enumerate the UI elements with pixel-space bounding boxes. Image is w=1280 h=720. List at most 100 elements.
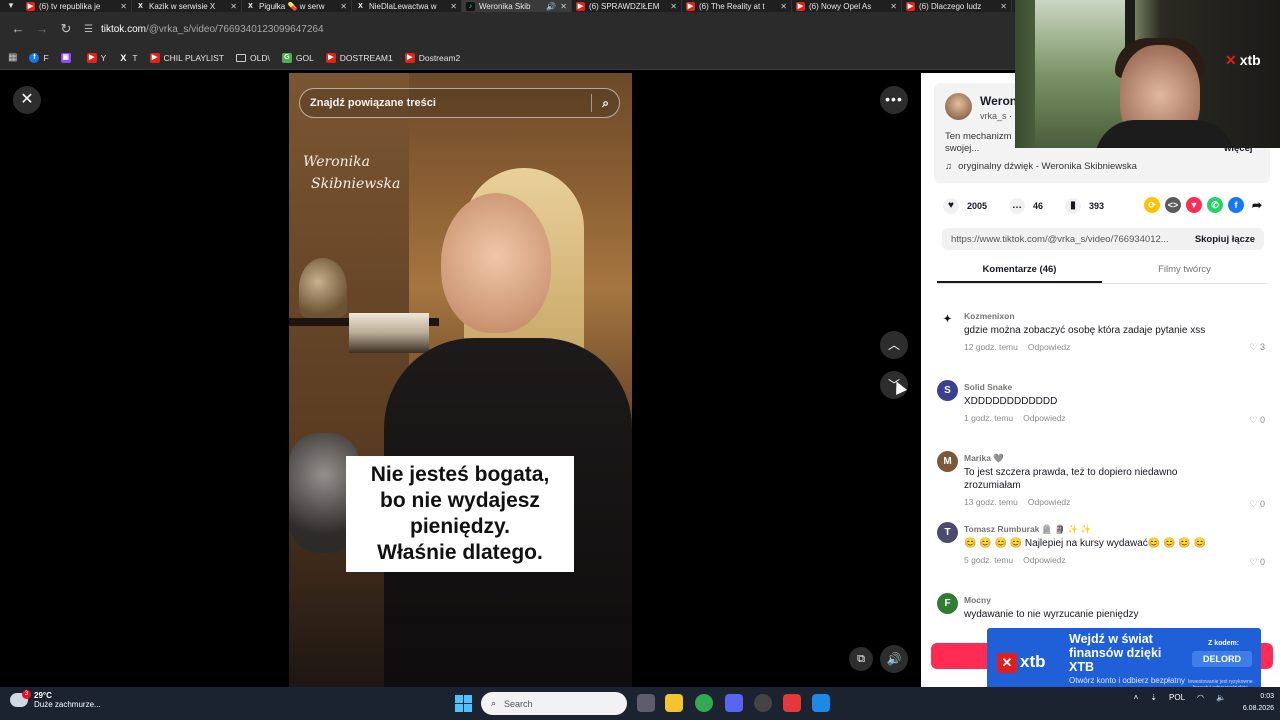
back-arrow-icon[interactable]: ← xyxy=(6,17,30,41)
apps-grid-icon[interactable]: ▦ xyxy=(8,52,17,63)
close-icon[interactable]: ✕ xyxy=(13,86,41,114)
weather-widget[interactable]: 3 29°C Duże zachmurze... xyxy=(10,690,101,709)
address-bar[interactable]: ☰ tiktok.com/@vrka_s/video/7669340123099… xyxy=(84,17,984,41)
close-tab-icon[interactable]: ✕ xyxy=(340,2,347,11)
reply-button[interactable]: Odpowiedz xyxy=(1028,497,1071,507)
whatsapp-icon[interactable]: ✆ xyxy=(1207,197,1223,213)
bookmark-item[interactable]: fF xyxy=(29,52,49,63)
browser-tab[interactable]: ▶ (6) SPRAWDZIŁEM ✕ xyxy=(572,0,682,12)
reply-button[interactable]: Odpowiedz xyxy=(1023,413,1066,423)
language-indicator[interactable]: POL xyxy=(1169,693,1185,702)
bookmark-item[interactable]: G GOL xyxy=(281,52,314,63)
repost-icon[interactable]: ⟳ xyxy=(1144,197,1160,213)
bookmark-item[interactable]: ▣ xyxy=(60,52,75,63)
browser-tab[interactable]: ▶ (6) Nowy Opel As ✕ xyxy=(792,0,902,12)
copy-link-button[interactable]: Skopiuj łącze xyxy=(1195,234,1255,245)
taskbar-search-input[interactable]: ⌕ Search xyxy=(481,692,627,715)
reply-button[interactable]: Odpowiedz xyxy=(1023,555,1066,565)
close-tab-icon[interactable]: ✕ xyxy=(450,2,457,11)
commenter-name[interactable]: Marika 🩶 xyxy=(964,453,1004,464)
browser-tab[interactable]: ▶ (6) The Reality at t ✕ xyxy=(682,0,792,12)
related-search-input[interactable]: Znajdź powiązane treści ⌕ xyxy=(299,88,620,118)
save-button[interactable]: ▮ 393 xyxy=(1065,198,1104,214)
speaker-icon[interactable]: 🔊 xyxy=(546,2,556,11)
browser-tab[interactable]: X NieDlaLewactwa w ✕ xyxy=(352,0,462,12)
share-arrow-icon[interactable]: ➦ xyxy=(1249,197,1265,213)
commenter-avatar[interactable]: F xyxy=(937,593,958,614)
send-icon[interactable]: ▼ xyxy=(1186,197,1202,213)
bookmark-item[interactable]: ▶ DOSTREAM1 xyxy=(325,52,393,63)
clock[interactable]: 0:03 6.08.2026 xyxy=(1243,691,1274,715)
comment-like-button[interactable]: ♡ 0 xyxy=(1249,415,1265,426)
embed-icon[interactable]: <> xyxy=(1165,197,1181,213)
like-button[interactable]: ♥ 2005 xyxy=(943,198,987,214)
steam-icon[interactable] xyxy=(754,694,772,712)
discord-icon[interactable] xyxy=(725,694,743,712)
chat-app-icon[interactable] xyxy=(783,694,801,712)
browser-tab-active[interactable]: ♪ Weronika Skib 🔊 ✕ xyxy=(462,0,572,12)
youtube-icon: ▶ xyxy=(796,1,805,11)
comment-meta: 12 godz. temu Odpowiedz xyxy=(964,342,1071,352)
reload-icon[interactable]: ↻ xyxy=(54,17,78,41)
tab-comments[interactable]: Komentarze (46) xyxy=(937,260,1102,283)
more-options-icon[interactable]: ••• xyxy=(880,86,908,114)
commenter-name[interactable]: Kozmenixon xyxy=(964,311,1015,321)
chevron-up-icon[interactable]: ︿ xyxy=(880,331,908,359)
wifi-icon[interactable]: ◠ xyxy=(1197,693,1204,702)
commenter-name[interactable]: Tomasz Rumburak 🪦 🗿 ✨ ✨ xyxy=(964,524,1091,535)
video-player[interactable]: Weronika Skibniewska Znajdź powiązane tr… xyxy=(289,73,632,687)
bookmark-item[interactable]: ▶ Dostream2 xyxy=(404,52,460,63)
ad-code-label: Z kodem: xyxy=(1208,640,1240,647)
bookmark-item[interactable]: XT xyxy=(118,53,137,63)
commenter-avatar[interactable]: S xyxy=(937,380,958,401)
share-link-url[interactable]: https://www.tiktok.com/@vrka_s/video/766… xyxy=(951,234,1185,245)
app-icon[interactable] xyxy=(812,694,830,712)
tab-creator-videos[interactable]: Filmy twórcy xyxy=(1102,260,1267,283)
bookmark-item[interactable]: ▶ CHIL PLAYLIST xyxy=(149,52,224,63)
author-handle[interactable]: vrka_s · xyxy=(980,111,1012,121)
bookmark-item[interactable]: ▶ Y xyxy=(86,52,106,63)
commenter-name[interactable]: Solid Snake xyxy=(964,382,1012,392)
file-explorer-icon[interactable] xyxy=(665,694,683,712)
volume-icon[interactable]: 🔈 xyxy=(1216,693,1226,702)
forward-arrow-icon[interactable]: → xyxy=(30,17,54,41)
commenter-avatar[interactable]: T xyxy=(937,522,958,543)
windows-start-icon[interactable] xyxy=(455,695,472,712)
comment-item: S Solid Snake XDDDDDDDDDDDD 1 godz. temu… xyxy=(937,376,1275,447)
search-icon[interactable]: ⌕ xyxy=(602,96,609,111)
close-tab-icon[interactable]: ✕ xyxy=(120,2,127,11)
chrome-icon[interactable] xyxy=(695,694,713,712)
browser-tab[interactable]: X Pigułka 💊 w serw ✕ xyxy=(242,0,352,12)
sound-link[interactable]: ♫ oryginalny dźwięk - Weronika Skibniewsk… xyxy=(945,161,1137,172)
author-name[interactable]: Weron xyxy=(980,94,1017,108)
close-tab-icon[interactable]: ✕ xyxy=(560,2,567,11)
facebook-icon[interactable]: f xyxy=(1228,197,1244,213)
comment-like-button[interactable]: ♡ 3 xyxy=(1249,342,1265,353)
browser-tab[interactable]: ▶ (6) tv republika je ✕ xyxy=(22,0,132,12)
chevron-up-icon[interactable]: ˄ xyxy=(1134,693,1139,702)
picture-in-picture-icon[interactable]: ⧉ xyxy=(849,647,873,671)
bookmark-folder[interactable]: OLD\ xyxy=(236,53,270,63)
close-tab-icon[interactable]: ✕ xyxy=(1000,2,1007,11)
network-icon[interactable]: ⇣ xyxy=(1150,693,1157,702)
twitch-icon: ▣ xyxy=(60,52,71,63)
volume-icon[interactable]: 🔊 xyxy=(880,645,908,673)
comment-button[interactable]: … 46 xyxy=(1009,198,1043,214)
browser-tab[interactable]: ▶ (6) Dlaczego ludz ✕ xyxy=(902,0,1012,12)
close-tab-icon[interactable]: ✕ xyxy=(230,2,237,11)
author-avatar[interactable] xyxy=(945,93,972,120)
browser-tab[interactable]: X Kazik w serwisie X ✕ xyxy=(132,0,242,12)
commenter-avatar[interactable]: ✦ xyxy=(937,309,958,330)
commenter-avatar[interactable]: M xyxy=(937,451,958,472)
tab-search-chevron-icon[interactable]: ▼ xyxy=(0,0,22,12)
comment-like-button[interactable]: ♡ 0 xyxy=(1249,499,1265,510)
close-tab-icon[interactable]: ✕ xyxy=(670,2,677,11)
reply-button[interactable]: Odpowiedz xyxy=(1028,342,1071,352)
close-tab-icon[interactable]: ✕ xyxy=(780,2,787,11)
commenter-name[interactable]: Mocny xyxy=(964,595,991,605)
youtube-icon: ▶ xyxy=(404,52,415,63)
site-settings-icon[interactable]: ☰ xyxy=(84,24,93,35)
task-view-icon[interactable] xyxy=(637,694,655,712)
comment-like-button[interactable]: ♡ 0 xyxy=(1249,557,1265,568)
close-tab-icon[interactable]: ✕ xyxy=(890,2,897,11)
